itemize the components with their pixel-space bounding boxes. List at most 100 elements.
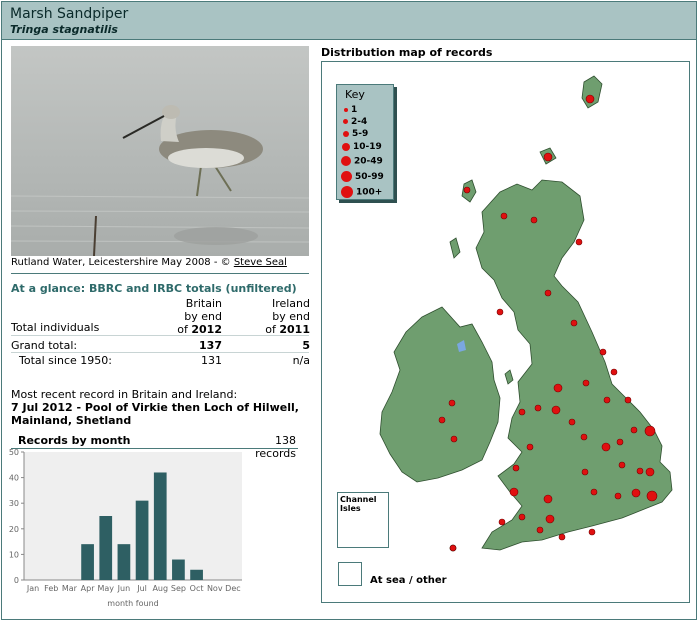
record-dot (590, 488, 598, 496)
grand-total-ireland: 5 (302, 339, 310, 352)
record-dot (496, 308, 504, 316)
at-sea-box[interactable] (338, 562, 362, 586)
record-dot (551, 405, 561, 415)
x-tick-label: Dec (225, 584, 240, 593)
total-individuals-label: Total individuals (11, 321, 100, 334)
record-dot (645, 467, 655, 477)
record-dot (646, 490, 658, 502)
record-dot (624, 396, 632, 404)
photographer-link[interactable]: Steve Seal (234, 257, 287, 268)
record-dot (610, 368, 618, 376)
key-dot-icon (342, 142, 350, 151)
grand-total-label: Grand total: (11, 339, 78, 352)
record-dot (614, 492, 622, 500)
at-sea-label: At sea / other (370, 575, 447, 586)
key-title: Key (345, 88, 365, 101)
record-dot (616, 438, 624, 446)
divider (11, 352, 309, 353)
record-dot (512, 464, 520, 472)
key-label: 50-99 (355, 172, 384, 182)
record-dot (509, 487, 519, 497)
key-item: 1 (341, 105, 357, 117)
y-tick-label: 20 (9, 525, 19, 534)
channel-isles-label-line: Isles (340, 504, 361, 513)
britain-col-line: Britain (185, 297, 222, 310)
x-tick-label: May (97, 584, 114, 593)
britain-col-header: Britain by end of 2012 (142, 297, 222, 336)
bar (172, 559, 185, 580)
key-dot-icon (344, 107, 348, 112)
record-dot (463, 186, 471, 194)
bar (135, 500, 149, 580)
ireland-col-header: Ireland by end of 2011 (230, 297, 310, 336)
key-item: 10-19 (341, 142, 382, 154)
record-dot (618, 461, 626, 469)
record-dot (585, 94, 595, 104)
species-panel: Marsh Sandpiper Tringa stagnatilis Rutla… (1, 1, 697, 620)
record-dot (599, 348, 607, 356)
record-dot (553, 383, 563, 393)
record-dot (630, 426, 638, 434)
x-tick-label: Jan (26, 584, 39, 593)
record-dot (603, 396, 611, 404)
record-dot (526, 443, 534, 451)
x-tick-label: Sep (171, 584, 186, 593)
x-tick-label: Jul (136, 584, 147, 593)
key-label: 2-4 (351, 117, 368, 127)
key-item: 2-4 (341, 117, 367, 129)
record-dot (558, 533, 566, 541)
bar (117, 544, 131, 580)
since-1950-label: Total since 1950: (19, 354, 112, 367)
great-britain-land (475, 179, 673, 551)
key-item: 100+ (341, 186, 382, 198)
glance-title: At a glance: BBRC and IRBC totals (unfil… (11, 282, 297, 295)
key-item: 20-49 (341, 156, 383, 168)
recent-detail: 7 Jul 2012 - Pool of Virkie then Loch of… (11, 401, 311, 414)
channel-isles-label: Channel Isles (340, 495, 377, 513)
record-dot (580, 433, 588, 441)
record-dot (644, 425, 656, 437)
species-title: Marsh Sandpiper (10, 6, 129, 22)
y-tick-label: 10 (9, 550, 19, 559)
record-dot (636, 467, 644, 475)
key-label: 100+ (356, 187, 383, 198)
record-dot (448, 399, 456, 407)
record-dot (530, 216, 538, 224)
channel-isles-inset[interactable]: Channel Isles (337, 492, 389, 548)
record-dot (449, 544, 457, 552)
key-item: 50-99 (341, 171, 384, 183)
map-title: Distribution map of records (321, 46, 493, 59)
record-dot (544, 289, 552, 297)
divider (11, 335, 309, 336)
record-dot (570, 319, 578, 327)
map-key: Key 1 2-4 5-9 10-19 20-49 50-99 100+ (336, 84, 394, 200)
britain-col-line: by end (184, 310, 222, 323)
isle-of-man-land (504, 369, 514, 385)
scientific-name: Tringa stagnatilis (10, 23, 118, 36)
key-item: 5-9 (341, 129, 368, 141)
record-dot (575, 238, 583, 246)
record-dot (588, 528, 596, 536)
recent-date: 7 Jul 2012 (11, 401, 73, 414)
records-by-month-chart: 0 10 20 30 40 50 Jan Feb Mar Apr May Jun Jul Aug Sep Oc… (9, 448, 242, 608)
recent-location: - Pool of Virkie then Loch of Hilwell, (72, 401, 299, 414)
key-dot-icon (341, 171, 352, 182)
record-dot (543, 494, 553, 504)
record-dot (568, 418, 576, 426)
shetland-land (581, 75, 603, 109)
x-tick-label: Nov (207, 584, 223, 593)
ireland-col-line: Ireland (271, 297, 310, 310)
x-tick-label: Mar (62, 584, 78, 593)
bar (81, 544, 94, 580)
key-dot-icon (341, 186, 353, 198)
distribution-map[interactable]: Key 1 2-4 5-9 10-19 20-49 50-99 100+ Cha… (321, 61, 690, 603)
channel-isles-label-line: Channel (340, 495, 377, 504)
key-label: 1 (351, 105, 358, 115)
record-dot (518, 513, 526, 521)
x-tick-label: Feb (44, 584, 58, 593)
y-tick-label: 50 (9, 448, 19, 457)
recent-location-2: Mainland, Shetland (11, 414, 132, 427)
x-tick-label: Jun (117, 584, 131, 593)
bird-photo[interactable] (11, 46, 309, 256)
record-dot (581, 468, 589, 476)
